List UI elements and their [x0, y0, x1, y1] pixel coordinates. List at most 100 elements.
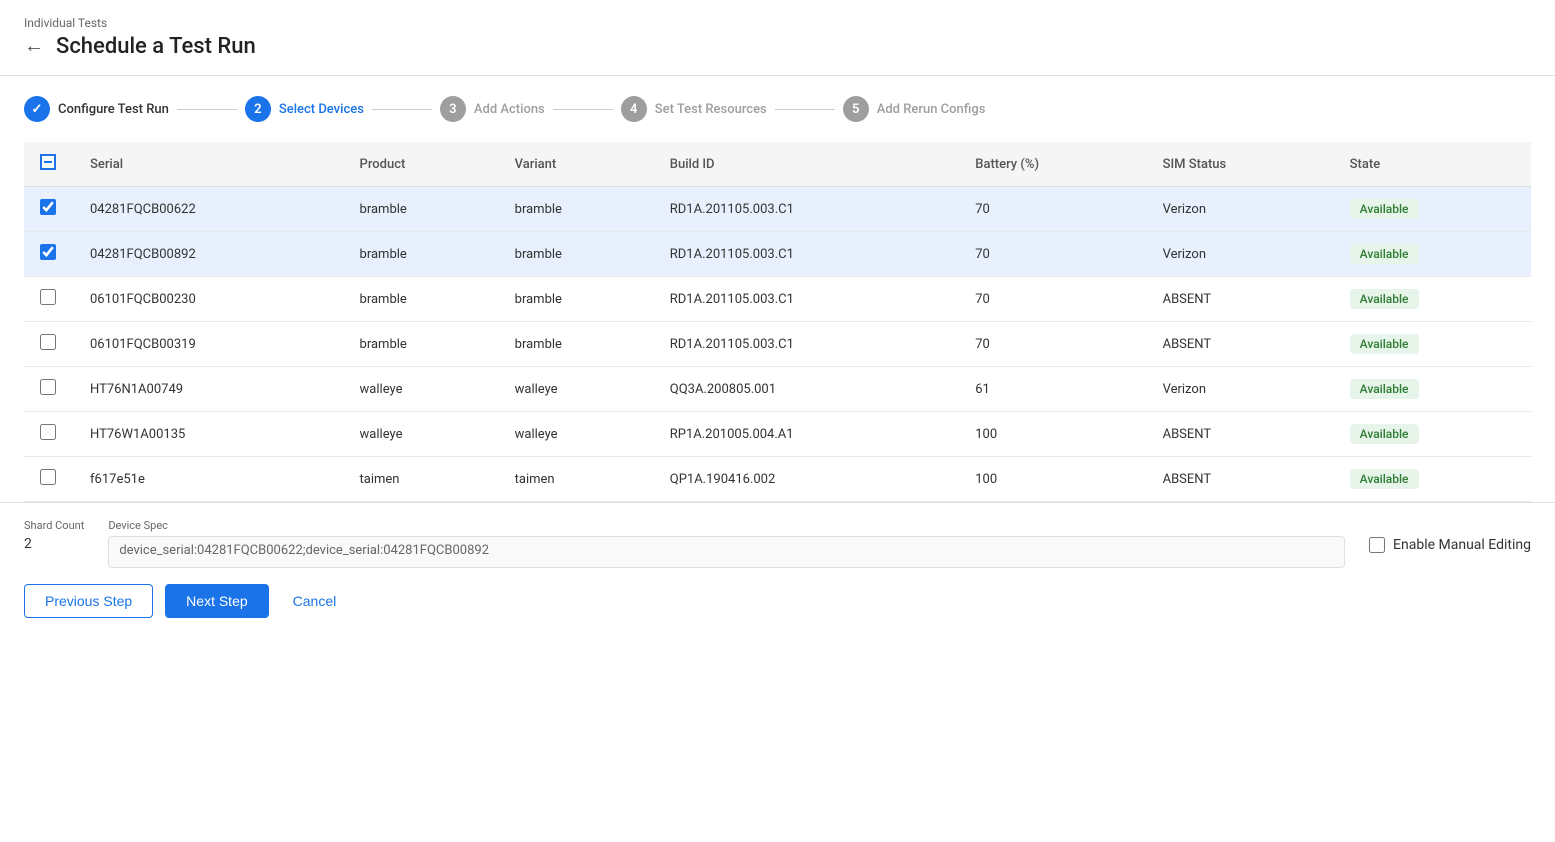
cell-sim_status-r2: Verizon	[1147, 232, 1334, 277]
stepper-step-1: ✓ Configure Test Run	[24, 96, 169, 122]
cell-build_id-r4: RD1A.201105.003.C1	[654, 322, 959, 367]
checkbox-cell-r3[interactable]	[24, 277, 74, 322]
cell-state-r1: Available	[1334, 187, 1531, 232]
cell-battery-r1: 70	[959, 187, 1146, 232]
shard-count-value: 2	[24, 536, 84, 552]
table-row: 06101FQCB00319bramblebrambleRD1A.201105.…	[24, 322, 1531, 367]
cell-sim_status-r6: ABSENT	[1147, 412, 1334, 457]
stepper-step-5: 5Add Rerun Configs	[843, 96, 986, 122]
table-header-row: Serial Product Variant Build ID Battery …	[24, 142, 1531, 187]
state-badge-r2: Available	[1350, 244, 1419, 264]
content-area: Serial Product Variant Build ID Battery …	[0, 142, 1555, 502]
device-table: Serial Product Variant Build ID Battery …	[24, 142, 1531, 502]
cell-serial-r7: f617e51e	[74, 457, 344, 502]
cell-product-r4: bramble	[344, 322, 499, 367]
stepper-step-3: 3Add Actions	[440, 96, 545, 122]
stepper-step-4: 4Set Test Resources	[621, 96, 767, 122]
cell-variant-r3: bramble	[499, 277, 654, 322]
cell-build_id-r6: RP1A.201005.004.A1	[654, 412, 959, 457]
cell-variant-r7: taimen	[499, 457, 654, 502]
page-header: Individual Tests ← Schedule a Test Run	[0, 0, 1555, 59]
shard-count-group: Shard Count 2	[24, 519, 84, 552]
th-state: State	[1334, 142, 1531, 187]
cell-serial-r1: 04281FQCB00622	[74, 187, 344, 232]
enable-manual-editing-row: Enable Manual Editing	[1369, 519, 1531, 553]
indeterminate-checkbox[interactable]	[40, 154, 56, 170]
cell-build_id-r1: RD1A.201105.003.C1	[654, 187, 959, 232]
checkbox-cell-r4[interactable]	[24, 322, 74, 367]
row-checkbox-r6[interactable]	[40, 424, 56, 440]
step-label-1: Configure Test Run	[58, 102, 169, 117]
checkbox-cell-r7[interactable]	[24, 457, 74, 502]
enable-manual-editing-label: Enable Manual Editing	[1393, 537, 1531, 553]
cell-battery-r2: 70	[959, 232, 1146, 277]
cell-battery-r4: 70	[959, 322, 1146, 367]
cell-product-r5: walleye	[344, 367, 499, 412]
cell-variant-r1: bramble	[499, 187, 654, 232]
cell-variant-r4: bramble	[499, 322, 654, 367]
step-connector-3	[553, 109, 613, 110]
select-all-header[interactable]	[24, 142, 74, 187]
cell-sim_status-r4: ABSENT	[1147, 322, 1334, 367]
cell-product-r1: bramble	[344, 187, 499, 232]
step-circle-2[interactable]: 2	[245, 96, 271, 122]
state-badge-r3: Available	[1350, 289, 1419, 309]
table-row: f617e51etaimentaimenQP1A.190416.002100AB…	[24, 457, 1531, 502]
row-checkbox-r1[interactable]	[40, 199, 56, 215]
cell-product-r2: bramble	[344, 232, 499, 277]
row-checkbox-r4[interactable]	[40, 334, 56, 350]
row-checkbox-r5[interactable]	[40, 379, 56, 395]
cell-build_id-r5: QQ3A.200805.001	[654, 367, 959, 412]
cell-state-r4: Available	[1334, 322, 1531, 367]
footer-section: Shard Count 2 Device Spec device_serial:…	[0, 502, 1555, 634]
row-checkbox-r3[interactable]	[40, 289, 56, 305]
cell-build_id-r3: RD1A.201105.003.C1	[654, 277, 959, 322]
enable-manual-editing-checkbox[interactable]	[1369, 537, 1385, 553]
cell-battery-r6: 100	[959, 412, 1146, 457]
table-row: 04281FQCB00892bramblebrambleRD1A.201105.…	[24, 232, 1531, 277]
th-build-id: Build ID	[654, 142, 959, 187]
cell-product-r3: bramble	[344, 277, 499, 322]
cell-product-r6: walleye	[344, 412, 499, 457]
step-label-5: Add Rerun Configs	[877, 102, 986, 117]
cancel-button[interactable]: Cancel	[281, 585, 349, 617]
cell-build_id-r7: QP1A.190416.002	[654, 457, 959, 502]
checkbox-cell-r5[interactable]	[24, 367, 74, 412]
previous-step-button[interactable]: Previous Step	[24, 584, 153, 618]
step-connector-4	[775, 109, 835, 110]
device-spec-value: device_serial:04281FQCB00622;device_seri…	[108, 536, 1345, 568]
cell-battery-r7: 100	[959, 457, 1146, 502]
breadcrumb: Individual Tests	[24, 16, 1531, 30]
table-row: 04281FQCB00622bramblebrambleRD1A.201105.…	[24, 187, 1531, 232]
table-row: 06101FQCB00230bramblebrambleRD1A.201105.…	[24, 277, 1531, 322]
row-checkbox-r2[interactable]	[40, 244, 56, 260]
checkbox-cell-r1[interactable]	[24, 187, 74, 232]
back-button[interactable]: ←	[24, 35, 44, 58]
device-spec-label: Device Spec	[108, 519, 1345, 532]
step-circle-1[interactable]: ✓	[24, 96, 50, 122]
th-serial: Serial	[74, 142, 344, 187]
cell-state-r7: Available	[1334, 457, 1531, 502]
cell-serial-r4: 06101FQCB00319	[74, 322, 344, 367]
checkbox-cell-r6[interactable]	[24, 412, 74, 457]
device-spec-group: Device Spec device_serial:04281FQCB00622…	[108, 519, 1345, 568]
shard-count-label: Shard Count	[24, 519, 84, 532]
checkbox-cell-r2[interactable]	[24, 232, 74, 277]
stepper-step-2: 2Select Devices	[245, 96, 364, 122]
next-step-button[interactable]: Next Step	[165, 584, 268, 618]
cell-battery-r3: 70	[959, 277, 1146, 322]
cell-sim_status-r5: Verizon	[1147, 367, 1334, 412]
cell-state-r3: Available	[1334, 277, 1531, 322]
page-title-row: ← Schedule a Test Run	[24, 34, 1531, 59]
actions-row: Previous Step Next Step Cancel	[24, 584, 1531, 618]
table-row: HT76W1A00135walleyewalleyeRP1A.201005.00…	[24, 412, 1531, 457]
state-badge-r5: Available	[1350, 379, 1419, 399]
cell-sim_status-r7: ABSENT	[1147, 457, 1334, 502]
row-checkbox-r7[interactable]	[40, 469, 56, 485]
state-badge-r7: Available	[1350, 469, 1419, 489]
cell-serial-r6: HT76W1A00135	[74, 412, 344, 457]
cell-serial-r5: HT76N1A00749	[74, 367, 344, 412]
cell-serial-r3: 06101FQCB00230	[74, 277, 344, 322]
cell-serial-r2: 04281FQCB00892	[74, 232, 344, 277]
th-variant: Variant	[499, 142, 654, 187]
